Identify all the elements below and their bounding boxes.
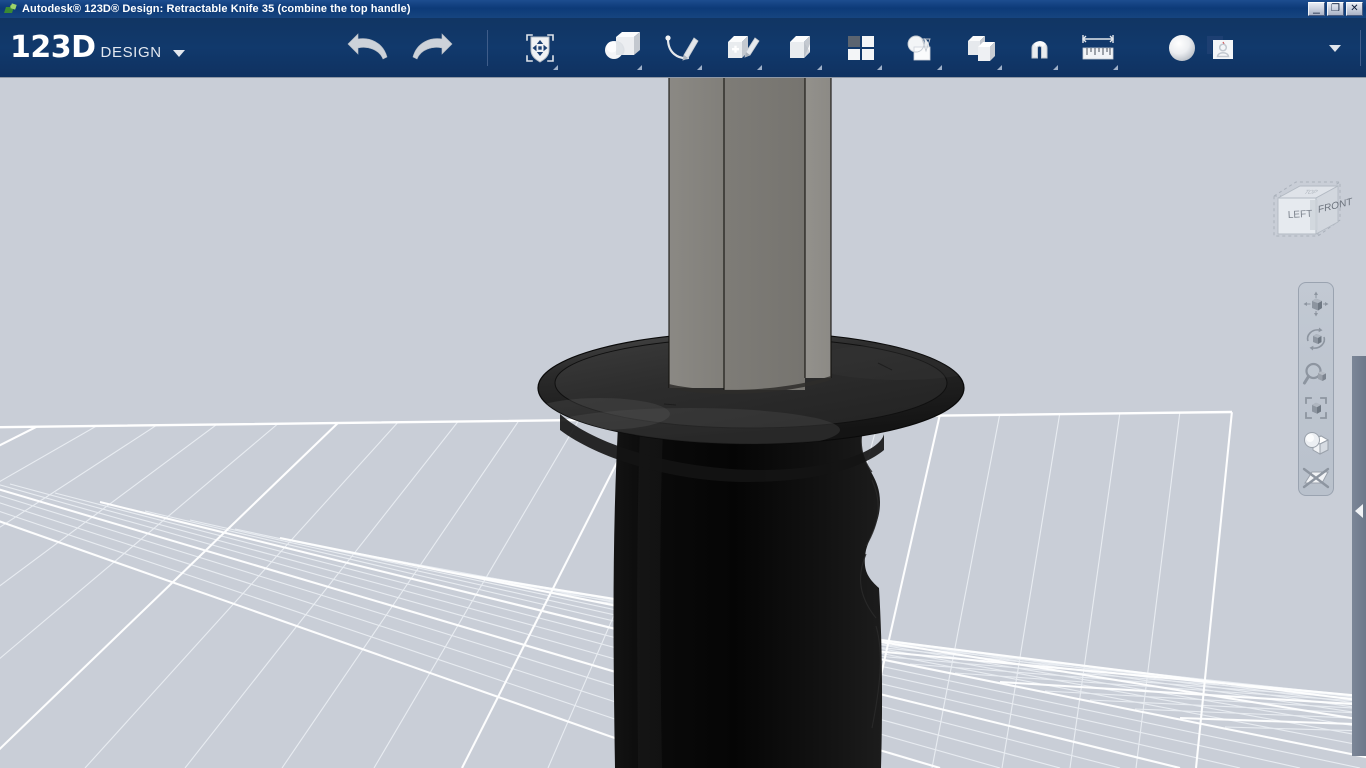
sketch-button[interactable] (660, 25, 704, 71)
zoom-button[interactable] (1300, 357, 1332, 391)
construct-dropdown-corner[interactable] (757, 65, 762, 70)
undo-arrow-icon (347, 33, 391, 63)
restore-glyph: ❐ (1328, 3, 1343, 15)
combine-dropdown-corner[interactable] (997, 65, 1002, 70)
redo-button[interactable] (407, 25, 455, 71)
chevron-left-icon (1354, 502, 1364, 520)
measure-dropdown-corner[interactable] (1113, 65, 1118, 70)
view-cube[interactable]: LEFT FRONT TOP (1258, 174, 1354, 256)
primitives-button[interactable] (600, 25, 644, 71)
primitives-icon (602, 31, 642, 65)
navigation-bar (1298, 282, 1334, 496)
grouping-dropdown-corner[interactable] (937, 65, 942, 70)
toolbar-divider-3 (1360, 30, 1361, 66)
ruler-icon (1079, 31, 1117, 65)
toolbar-main-group (600, 25, 1120, 71)
magnet-icon (1023, 31, 1057, 65)
send-to-3d-print-button[interactable] (1198, 25, 1242, 71)
transform-icon (523, 31, 557, 65)
caret-down-icon (1328, 43, 1342, 53)
combine-button[interactable] (960, 25, 1004, 71)
orbit-icon (1302, 325, 1330, 353)
construct-cube-icon (722, 31, 762, 65)
transform-dropdown-corner[interactable] (553, 65, 558, 70)
close-button[interactable]: ✕ (1346, 2, 1363, 16)
window-title-bar: Autodesk® 123D® Design: Retractable Knif… (0, 0, 1366, 18)
restore-button[interactable]: ❐ (1327, 2, 1344, 16)
modify-button[interactable] (780, 25, 824, 71)
transform-button[interactable] (520, 25, 560, 71)
right-panel-strip[interactable] (1352, 356, 1366, 756)
minimize-button[interactable]: _ (1308, 2, 1325, 16)
toolbar-right-group: ? (1198, 25, 1366, 71)
pan-icon (1302, 290, 1330, 318)
window-title: Autodesk® 123D® Design: Retractable Knif… (22, 3, 411, 15)
snap-button[interactable] (1020, 25, 1060, 71)
primitives-dropdown-corner[interactable] (637, 65, 642, 70)
snap-dropdown-corner[interactable] (1053, 65, 1058, 70)
combine-cube-icon (962, 31, 1002, 65)
construct-button[interactable] (720, 25, 764, 71)
logo-design-text: DESIGN (101, 45, 162, 60)
modify-dropdown-corner[interactable] (817, 65, 822, 70)
orbit-button[interactable] (1300, 322, 1332, 356)
undo-button[interactable] (345, 25, 393, 71)
shading-button[interactable] (1300, 426, 1332, 460)
hide-grid-button[interactable] (1300, 461, 1332, 495)
modify-cube-icon (782, 31, 822, 65)
close-glyph: ✕ (1347, 3, 1362, 15)
shading-sphere-cube-icon (1301, 428, 1331, 458)
blade[interactable] (669, 78, 831, 394)
sketch-pen-icon (662, 31, 702, 65)
grouping-icon (902, 31, 942, 65)
grouping-button[interactable] (900, 25, 944, 71)
app-icon (4, 3, 17, 16)
toolbar-nav-group (345, 25, 560, 71)
pattern-button[interactable] (840, 25, 884, 71)
app-logo[interactable]: 123D DESIGN (0, 18, 185, 78)
pattern-squares-icon (845, 32, 879, 64)
material-button[interactable] (1166, 25, 1198, 71)
sphere-icon (1166, 32, 1198, 64)
measure-button[interactable] (1076, 25, 1120, 71)
fit-button[interactable] (1300, 391, 1332, 425)
more-options-button[interactable] (1322, 25, 1348, 71)
minimize-glyph: _ (1309, 3, 1324, 15)
fit-to-view-icon (1302, 394, 1330, 422)
hide-plane-icon (1301, 464, 1331, 492)
pattern-dropdown-corner[interactable] (877, 65, 882, 70)
title-bar-left: Autodesk® 123D® Design: Retractable Knif… (0, 3, 1308, 16)
main-toolbar: 123D DESIGN (0, 18, 1366, 78)
knife-model[interactable] (0, 78, 1366, 768)
sketch-dropdown-corner[interactable] (697, 65, 702, 70)
print-3d-icon (1203, 32, 1237, 64)
redo-arrow-icon (409, 33, 453, 63)
right-panel-collapse[interactable] (1352, 498, 1366, 524)
viewport-3d[interactable]: LEFT FRONT TOP (0, 78, 1366, 768)
chevron-down-icon[interactable] (173, 50, 185, 57)
pan-button[interactable] (1300, 287, 1332, 321)
logo-123d-text: 123D (10, 33, 96, 63)
toolbar-divider-1 (487, 30, 488, 66)
viewcube-left-label: LEFT (1288, 209, 1313, 221)
window-controls: _ ❐ ✕ (1308, 2, 1366, 16)
zoom-magnifier-icon (1302, 360, 1330, 388)
